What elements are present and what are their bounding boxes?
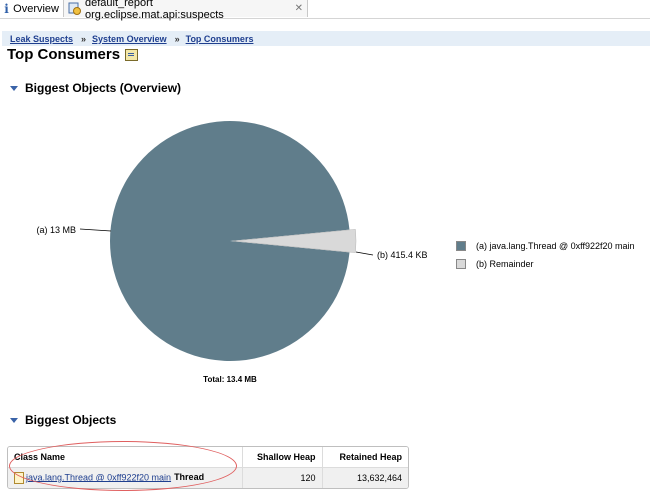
chart-total-label: Total: 13.4 MB [203,375,257,384]
tab-overview-label: Overview [13,2,59,15]
column-header-retained-heap[interactable]: Retained Heap [321,447,408,468]
editor-tab-bar: i Overview default_report org.eclipse.ma… [0,0,650,21]
page-title-text: Top Consumers [7,46,121,63]
section-title: Biggest Objects (Overview) [25,81,182,95]
table-row[interactable]: java.lang.Thread @ 0xff922f20 main Thread… [8,467,408,488]
breadcrumb-system-overview[interactable]: System Overview [92,34,167,44]
heap-dump-icon [68,2,81,15]
details-icon[interactable] [125,48,139,61]
breadcrumb-separator: » [81,33,87,44]
collapse-triangle-icon[interactable] [10,417,18,423]
tab-overview[interactable]: i Overview [0,0,64,17]
breadcrumb-leak-suspects[interactable]: Leak Suspects [10,34,73,44]
biggest-objects-table: Class Name Shallow Heap Retained Heap ja… [7,446,409,489]
tab-default-report[interactable]: default_report org.eclipse.mat.api:suspe… [64,0,308,21]
info-icon: i [4,1,9,16]
pie-chart: (a) 13 MB (b) 415.4 KB [36,120,428,361]
legend-item-a: (a) java.lang.Thread @ 0xff922f20 main [456,240,635,252]
legend-label-a: (a) java.lang.Thread @ 0xff922f20 main [476,241,635,251]
thread-label: Thread [174,472,205,483]
close-icon[interactable]: ✕ [295,3,303,14]
legend-swatch-b [456,259,466,269]
page-title: Top Consumers [7,46,139,63]
breadcrumb: Leak Suspects » System Overview » Top Co… [2,31,650,46]
section-title: Biggest Objects [25,413,117,427]
tab-report-label: default_report org.eclipse.mat.api:suspe… [85,0,224,21]
pie-label-a: (a) 13 MB [36,225,76,235]
object-icon [14,472,24,484]
chart-legend: (a) java.lang.Thread @ 0xff922f20 main (… [456,240,635,276]
class-link[interactable]: java.lang.Thread @ 0xff922f20 main [26,472,171,482]
legend-item-b: (b) Remainder [456,258,635,270]
legend-swatch-a [456,241,466,251]
pie-label-b: (b) 415.4 KB [377,250,428,260]
cell-class-name: java.lang.Thread @ 0xff922f20 main Thread [8,467,242,488]
column-header-class-name[interactable]: Class Name [8,447,242,468]
collapse-triangle-icon[interactable] [10,85,18,91]
breadcrumb-separator: » [174,33,180,44]
column-header-shallow-heap[interactable]: Shallow Heap [241,447,322,468]
pie-leader-line-b [355,251,374,256]
pie-leader-line-a [79,228,112,232]
legend-label-b: (b) Remainder [476,259,534,269]
cell-retained-heap: 13,632,464 [321,467,408,488]
section-biggest-objects[interactable]: Biggest Objects [10,413,116,427]
table-header-row: Class Name Shallow Heap Retained Heap [8,447,408,468]
section-biggest-objects-overview[interactable]: Biggest Objects (Overview) [10,81,181,95]
cell-shallow-heap: 120 [241,467,322,488]
breadcrumb-top-consumers[interactable]: Top Consumers [186,34,254,44]
